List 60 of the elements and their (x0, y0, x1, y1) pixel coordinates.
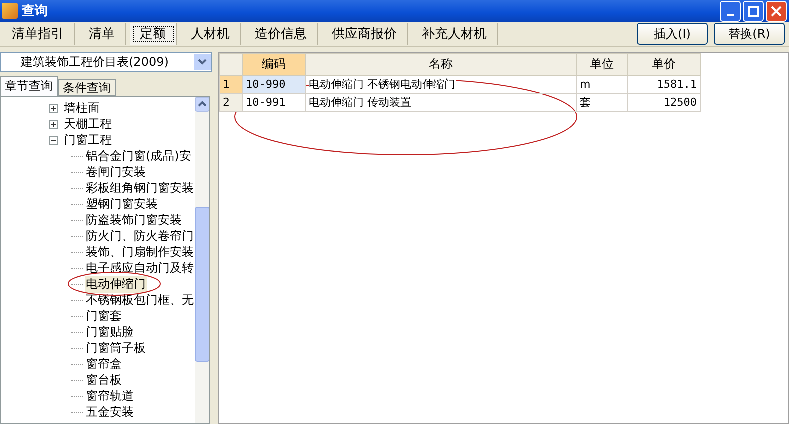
table-cell: m (576, 76, 628, 94)
insert-button[interactable]: 插入(I) (637, 23, 708, 45)
plus-icon (50, 104, 57, 112)
plus-icon (50, 120, 57, 128)
tree-node[interactable]: 门窗工程 (63, 132, 113, 148)
minimize-icon (727, 14, 734, 16)
row-number: 1 (220, 76, 242, 94)
tree-node[interactable]: 装饰、门扇制作安装 (85, 244, 195, 260)
row-number: 2 (220, 94, 242, 112)
table-cell: 套 (576, 94, 628, 112)
table-cell: 电动伸缩门 传动装置 (306, 94, 576, 112)
collapse-toggle[interactable] (49, 136, 58, 144)
tree-node[interactable]: 防盗装饰门窗安装 (85, 212, 183, 228)
scrollbar[interactable] (195, 97, 209, 423)
tree-node[interactable]: 彩板组角钢门窗安装 (85, 180, 195, 196)
column-header[interactable]: 单位 (576, 54, 628, 76)
tree-node[interactable]: 防火门、防火卷帘门 (85, 228, 195, 244)
table-cell: 10-990 (242, 76, 306, 94)
expand-toggle[interactable] (49, 120, 58, 128)
expand-toggle[interactable] (49, 104, 58, 112)
tree-node[interactable]: 塑钢门窗安装 (85, 196, 159, 212)
app-icon (2, 3, 18, 19)
tree-node[interactable]: 窗帘轨道 (85, 388, 135, 404)
close-icon (771, 6, 782, 16)
tree-node[interactable]: 卷闸门安装 (85, 164, 147, 180)
column-header[interactable]: 单价 (628, 54, 700, 76)
tree-node[interactable]: 铝合金门窗(成品)安 (85, 148, 192, 164)
tree-node[interactable]: 电动伸缩门 (85, 276, 147, 292)
table-cell: 1581.1 (628, 76, 700, 94)
maximize-icon (748, 6, 759, 16)
tab[interactable]: 定额 (130, 23, 177, 45)
tab[interactable]: 造价信息 (245, 23, 318, 45)
tree-node[interactable]: 墙柱面 (63, 100, 101, 116)
tree-node[interactable]: 五金安装 (85, 404, 135, 420)
tab[interactable]: 清单 (79, 23, 126, 45)
replace-button[interactable]: 替换(R) (714, 23, 785, 45)
tree-node[interactable]: 窗台板 (85, 372, 123, 388)
scroll-up-button[interactable] (195, 97, 209, 112)
table-cell: 12500 (628, 94, 700, 112)
window-title: 查询 (22, 3, 48, 20)
tab[interactable]: 补充人材机 (412, 23, 498, 45)
minimize-button[interactable] (720, 0, 741, 22)
tree-node[interactable]: 门窗套 (85, 308, 123, 324)
table-cell: 电动伸缩门 不锈钢电动伸缩门 (306, 76, 576, 94)
tree-node[interactable]: 门窗贴脸 (85, 324, 135, 340)
tab[interactable]: 人材机 (181, 23, 241, 45)
tree-node[interactable]: 天棚工程 (63, 116, 113, 132)
close-button[interactable] (766, 0, 787, 22)
tab[interactable]: 条件查询 (58, 79, 116, 96)
tree-node[interactable]: 门窗筒子板 (85, 340, 147, 356)
tab[interactable]: 清单指引 (2, 23, 75, 45)
tree-node[interactable]: 窗帘盒 (85, 356, 123, 372)
column-header[interactable]: 编码 (242, 54, 306, 76)
library-dropdown[interactable]: 建筑装饰工程价目表(2009) (0, 52, 212, 72)
table-cell: 10-991 (242, 94, 306, 112)
scrollbar-thumb[interactable] (195, 207, 209, 362)
tab[interactable]: 章节查询 (0, 76, 58, 96)
maximize-button[interactable] (743, 0, 764, 22)
tab[interactable]: 供应商报价 (322, 23, 408, 45)
column-header[interactable]: 名称 (306, 54, 576, 76)
